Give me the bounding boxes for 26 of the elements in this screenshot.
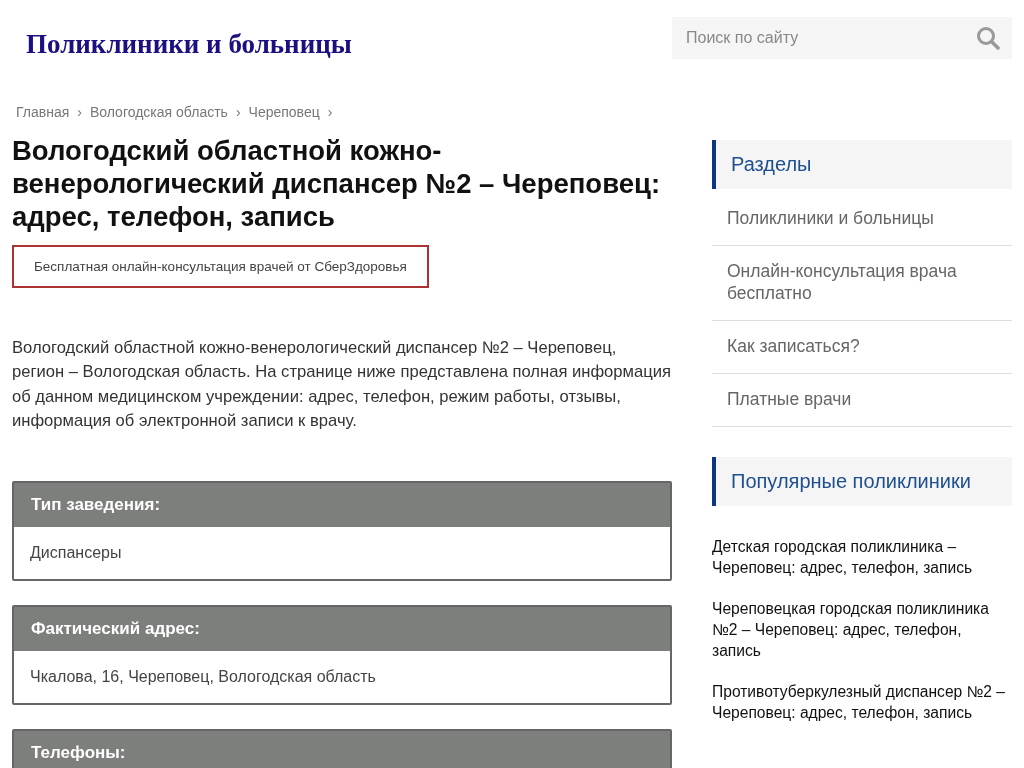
search-icon[interactable] xyxy=(976,26,1000,50)
sidebar-heading: Популярные поликлиники xyxy=(712,457,1012,506)
intro-paragraph: Вологодский областной кожно-венерологический диспансер №2 – Череповец, регион – Вологодская область. На странице ниже представлена полная информация об данном медицинском учреждении: адрес, телефон, режим работы, отзывы, информация об электронной записи к врачу. xyxy=(12,337,672,432)
card-header: Телефоны: xyxy=(14,731,670,768)
sidebar-link[interactable]: Онлайн-консультация врача бесплатно xyxy=(712,246,1012,321)
search-field[interactable]: Поиск по сайту xyxy=(672,17,1012,59)
sidebar-link[interactable]: Как записаться? xyxy=(712,321,1012,374)
breadcrumb-link[interactable]: Череповец xyxy=(248,104,320,124)
site-logo[interactable]: Поликлиники и больницы xyxy=(26,29,352,60)
breadcrumb-separator: › xyxy=(327,104,333,122)
card-value: Чкалова, 16, Череповец, Вологодская область xyxy=(29,667,377,688)
popular-clinic-link[interactable]: Детская городская поликлиника – Череповец: адрес, телефон, запись xyxy=(712,536,1012,578)
sidebar-link[interactable]: Поликлиники и больницы xyxy=(712,193,1012,246)
breadcrumb-separator: › xyxy=(235,104,241,122)
popular-clinic-link[interactable]: Противотуберкулезный диспансер №2 – Череповец: адрес, телефон, запись xyxy=(712,681,1012,723)
sidebar-heading: Разделы xyxy=(712,140,1012,189)
card-header: Тип заведения: xyxy=(14,483,670,528)
breadcrumb-link[interactable]: Главная xyxy=(16,104,70,124)
breadcrumb-separator: › xyxy=(77,104,82,122)
sidebar-link[interactable]: Платные врачи xyxy=(712,374,1012,427)
card-value: Диспансеры xyxy=(29,543,123,564)
page-title: Вологодский областной кожно-венерологический диспансер №2 – Череповец: адрес, телефон, запись xyxy=(12,134,662,233)
popular-clinic-link[interactable]: Череповецкая городская поликлиника №2 – Череповец: адрес, телефон, запись xyxy=(712,598,1012,661)
card-header: Фактический адрес: xyxy=(14,607,670,652)
promo-link[interactable]: Бесплатная онлайн-консультация врачей от СберЗдоровья xyxy=(12,245,429,288)
breadcrumb-link[interactable]: Вологодская область xyxy=(89,104,228,124)
